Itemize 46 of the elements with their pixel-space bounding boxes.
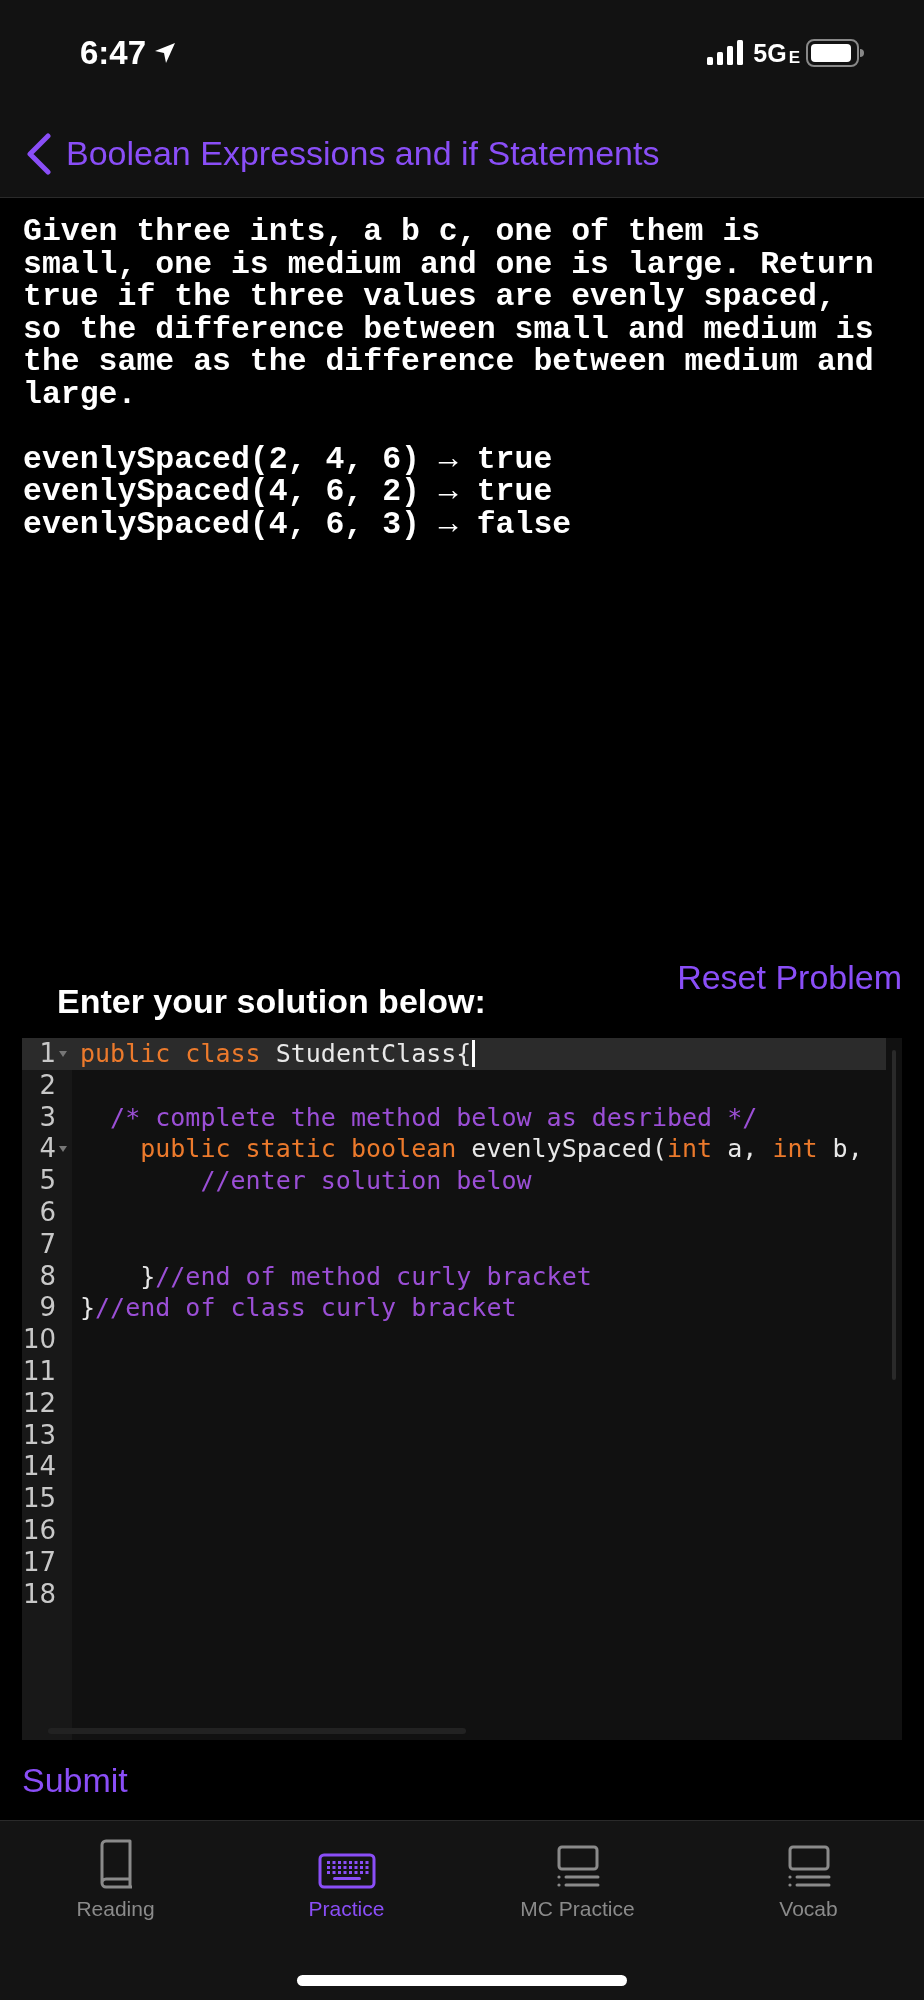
tab-bar-item[interactable]: Practice (231, 1837, 462, 1925)
submit-button[interactable]: Submit (22, 1754, 128, 1806)
network-suffix: E (788, 48, 800, 66)
status-time: 6:47 (80, 33, 147, 74)
example-line: evenlySpaced(2, 4, 6) → true (23, 443, 554, 476)
code-line: public static boolean evenlySpaced(int a, int b, (139, 1133, 863, 1166)
tab-bar-item[interactable]: Vocab (693, 1837, 924, 1925)
tab-bar-item[interactable]: Reading (0, 1837, 231, 1925)
line-number: 18 (22, 1578, 56, 1611)
code-line: }//end of class curly bracket (80, 1292, 517, 1325)
line-number: 15 (22, 1483, 56, 1515)
line-number: 6 (39, 1197, 56, 1229)
text-cursor (472, 1040, 476, 1068)
fold-caret-icon[interactable] (59, 1050, 67, 1057)
line-number: 13 (22, 1419, 56, 1452)
solution-label: Enter your solution below: (57, 981, 486, 1022)
code-line: }//end of method curly bracket (139, 1260, 592, 1293)
line-number: 5 (39, 1165, 56, 1197)
line-number: 1 (39, 1038, 56, 1070)
line-number: 11 (22, 1355, 56, 1388)
tab-bar-item[interactable]: MC Practice (462, 1837, 693, 1925)
back-chevron-icon (26, 132, 52, 175)
reset-problem-button[interactable]: Reset Problem (677, 952, 902, 1003)
line-number: 4 (39, 1133, 56, 1166)
line-number: 7 (39, 1228, 56, 1261)
line-number: 3 (39, 1101, 56, 1134)
line-number: 16 (22, 1514, 56, 1547)
code-line: public class StudentClass{ (80, 1038, 472, 1070)
example-line: evenlySpaced(4, 6, 3) → false (23, 508, 573, 541)
example-line: evenlySpaced(4, 6, 2) → true (23, 476, 554, 509)
keyboard-icon (317, 1853, 376, 1889)
location-arrow-icon (154, 42, 177, 64)
line-number: 12 (22, 1387, 56, 1420)
code-line: /* complete the method below as desribed */ (109, 1101, 758, 1134)
line-number: 8 (39, 1260, 56, 1293)
battery-icon (806, 39, 864, 67)
line-number: 14 (22, 1451, 56, 1484)
line-number: 9 (39, 1292, 56, 1325)
problem-description: Given three ints, a b c, one of them is small, one is medium and one is large. Return true if the three values are evenly spaced, so the difference between small and medium is the same as the difference between medium and large. (23, 216, 875, 411)
code-editor[interactable] (22, 1038, 902, 1740)
line-number: 10 (22, 1324, 56, 1356)
code-line: //enter solution below (199, 1165, 532, 1197)
line-number: 2 (39, 1069, 56, 1102)
line-number: 17 (22, 1546, 56, 1579)
network-label: 5G (753, 40, 787, 66)
fold-caret-icon[interactable] (59, 1146, 67, 1153)
